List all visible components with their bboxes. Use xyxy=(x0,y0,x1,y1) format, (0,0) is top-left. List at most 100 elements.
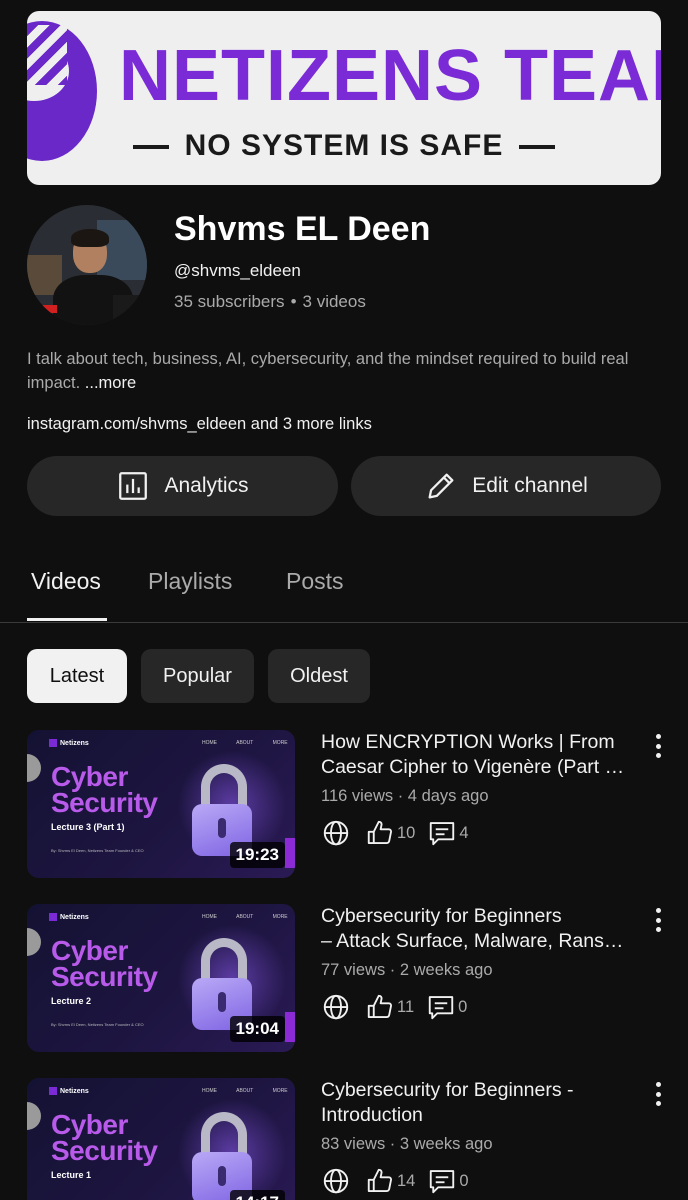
video-title-line2: Caesar Cipher to Vigenère (Part … xyxy=(321,756,625,778)
thumb-logo: Netizens xyxy=(49,913,89,921)
thumb-decoration xyxy=(27,1102,41,1130)
channel-handle: @shvms_eldeen xyxy=(174,261,301,280)
pencil-icon xyxy=(428,473,454,499)
thumb-nav: HOME ABOUT MORE xyxy=(202,1088,288,1094)
analytics-label: Analytics xyxy=(164,474,249,497)
thumb-decoration xyxy=(27,928,41,956)
edit-channel-button[interactable]: Edit channel xyxy=(351,456,661,516)
channel-avatar[interactable] xyxy=(27,205,147,325)
like-count: 10 xyxy=(397,823,416,842)
tab-playlists[interactable]: Playlists xyxy=(148,568,232,595)
banner-dash-right xyxy=(519,145,556,150)
thumb-title: Cyber Security xyxy=(51,1111,158,1166)
video-count: 3 videos xyxy=(302,292,366,311)
channel-name: Shvms EL Deen xyxy=(174,210,431,248)
avatar-red-tag xyxy=(41,305,57,313)
video-item[interactable]: Netizens HOME ABOUT MORE Cyber Security L… xyxy=(27,730,661,880)
channel-links[interactable]: instagram.com/shvms_eldeen and 3 more li… xyxy=(27,415,372,434)
thumb-lecture: Lecture 1 xyxy=(51,1170,92,1180)
thumb-nav: HOME ABOUT MORE xyxy=(202,914,288,920)
channel-tabs: Videos Playlists Posts xyxy=(0,560,688,623)
padlock-keyhole xyxy=(218,992,226,1012)
thumb-title-line2: Security xyxy=(51,787,158,818)
thumb-lecture: Lecture 3 (Part 1) xyxy=(51,822,125,832)
stats-separator: • xyxy=(290,292,297,311)
video-meta: 77 views · 2 weeks ago xyxy=(321,961,493,979)
subscriber-count: 35 subscribers xyxy=(174,292,285,311)
thumb-accent-bar xyxy=(285,838,295,868)
video-duration: 14:17 xyxy=(229,1190,285,1200)
like-count: 11 xyxy=(397,997,415,1016)
edit-channel-label: Edit channel xyxy=(472,474,588,497)
kebab-menu-icon[interactable] xyxy=(653,734,663,758)
video-thumbnail[interactable]: Netizens HOME ABOUT MORE Cyber Security L… xyxy=(27,904,295,1052)
video-actions: 10 4 xyxy=(321,818,481,848)
chip-latest[interactable]: Latest xyxy=(27,649,127,703)
thumb-title: Cyber Security xyxy=(51,937,158,992)
comment-icon[interactable] xyxy=(427,1166,457,1196)
banner-dash-left xyxy=(132,145,169,150)
comment-icon[interactable] xyxy=(427,818,457,848)
video-actions: 14 0 xyxy=(321,1166,481,1196)
globe-icon xyxy=(323,820,349,846)
video-title-line2: – Attack Surface, Malware, Rans… xyxy=(321,930,624,952)
thumbs-up-icon[interactable] xyxy=(365,1166,395,1196)
description-more-link[interactable]: ...more xyxy=(85,374,136,392)
video-thumbnail[interactable]: Netizens HOME ABOUT MORE Cyber Security L… xyxy=(27,1078,295,1200)
comment-count: 0 xyxy=(458,997,468,1016)
video-title[interactable]: Cybersecurity for Beginners - Introducti… xyxy=(321,1078,643,1128)
video-title[interactable]: Cybersecurity for Beginners – Attack Sur… xyxy=(321,904,643,954)
thumbs-up-icon[interactable] xyxy=(365,992,395,1022)
thumb-title-line2: Security xyxy=(51,1135,158,1166)
bar-chart-icon xyxy=(119,472,148,500)
video-actions: 11 0 xyxy=(321,992,479,1022)
video-title-line1: Cybersecurity for Beginners - xyxy=(321,1079,574,1101)
padlock-keyhole xyxy=(218,818,226,838)
thumb-byline: By: Shvms El Deen, Netizens Team Founder… xyxy=(51,1022,144,1027)
comment-count: 4 xyxy=(459,823,469,842)
thumb-title-line2: Security xyxy=(51,961,158,992)
channel-stats: 35 subscribers • 3 videos xyxy=(174,292,366,312)
video-title-line2: Introduction xyxy=(321,1104,423,1126)
avatar-card xyxy=(113,295,147,325)
banner-stripes xyxy=(27,25,67,85)
like-count: 14 xyxy=(397,1171,416,1190)
video-title[interactable]: How ENCRYPTION Works | From Caesar Ciphe… xyxy=(321,730,643,780)
video-thumbnail[interactable]: Netizens HOME ABOUT MORE Cyber Security L… xyxy=(27,730,295,878)
comment-icon[interactable] xyxy=(426,992,456,1022)
padlock-keyhole xyxy=(218,1166,226,1186)
banner-tagline-row: NO SYSTEM IS SAFE xyxy=(27,129,661,163)
video-item[interactable]: Netizens HOME ABOUT MORE Cyber Security L… xyxy=(27,904,661,1054)
video-meta: 116 views · 4 days ago xyxy=(321,787,489,805)
tab-posts[interactable]: Posts xyxy=(286,568,344,595)
thumb-lecture: Lecture 2 xyxy=(51,996,92,1006)
chip-popular[interactable]: Popular xyxy=(141,649,254,703)
analytics-button[interactable]: Analytics xyxy=(27,456,338,516)
active-tab-indicator xyxy=(27,618,107,621)
thumb-nav: HOME ABOUT MORE xyxy=(202,740,288,746)
chip-oldest[interactable]: Oldest xyxy=(268,649,370,703)
thumb-title: Cyber Security xyxy=(51,763,158,818)
thumbs-up-icon[interactable] xyxy=(365,818,395,848)
video-duration: 19:23 xyxy=(229,842,285,868)
thumb-accent-bar xyxy=(285,1012,295,1042)
thumb-byline: By: Shvms El Deen, Netizens Team Founder… xyxy=(51,848,144,853)
globe-icon xyxy=(323,994,349,1020)
kebab-menu-icon[interactable] xyxy=(653,1082,663,1106)
kebab-menu-icon[interactable] xyxy=(653,908,663,932)
video-title-line1: How ENCRYPTION Works | From xyxy=(321,731,615,753)
avatar-hair xyxy=(71,229,109,247)
banner-title: NETIZENS TEAM xyxy=(119,36,661,116)
video-item[interactable]: Netizens HOME ABOUT MORE Cyber Security L… xyxy=(27,1078,661,1200)
channel-description[interactable]: I talk about tech, business, AI, cyberse… xyxy=(27,347,657,395)
video-meta: 83 views · 3 weeks ago xyxy=(321,1135,493,1153)
globe-icon xyxy=(323,1168,349,1194)
thumb-decoration xyxy=(27,754,41,782)
comment-count: 0 xyxy=(459,1171,469,1190)
tab-videos[interactable]: Videos xyxy=(31,568,101,595)
video-duration: 19:04 xyxy=(229,1016,285,1042)
channel-banner: NETIZENS TEAM NO SYSTEM IS SAFE xyxy=(27,11,661,185)
video-title-line1: Cybersecurity for Beginners xyxy=(321,905,562,927)
banner-tagline: NO SYSTEM IS SAFE xyxy=(184,129,504,162)
thumb-logo: Netizens xyxy=(49,1087,89,1095)
